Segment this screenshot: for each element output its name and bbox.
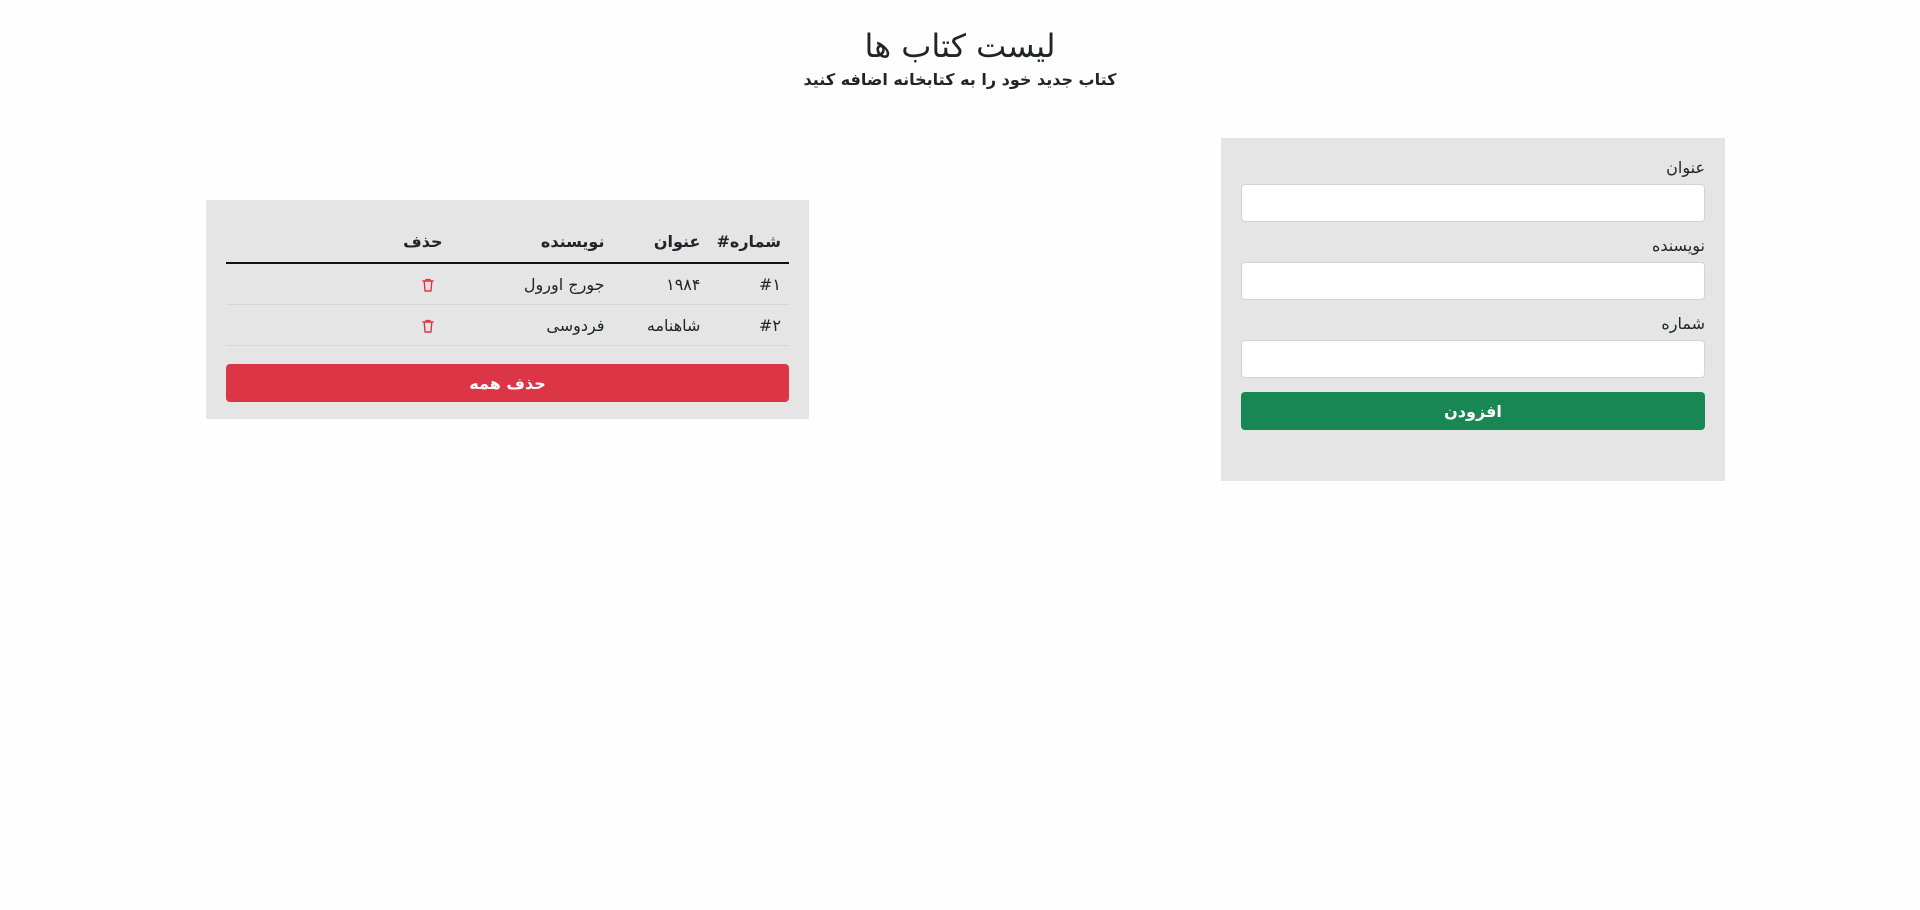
header-number: شماره#: [708, 220, 789, 264]
title-label: عنوان: [1666, 158, 1705, 177]
book-table: شماره# عنوان نویسنده حذف #۱ ۱۹۸۴ جورج او…: [226, 220, 789, 346]
book-list-panel: شماره# عنوان نویسنده حذف #۱ ۱۹۸۴ جورج او…: [206, 200, 809, 419]
row-delete-cell: [226, 304, 473, 346]
title-input[interactable]: [1241, 184, 1705, 222]
page-title: لیست کتاب ها: [864, 27, 1056, 65]
row-number: #۱: [708, 263, 789, 305]
table-row: #۱ ۱۹۸۴ جورج اورول: [226, 263, 789, 305]
row-title: ۱۹۸۴: [612, 263, 709, 305]
row-delete-cell: [226, 263, 473, 305]
header: لیست کتاب ها کتاب جدید خود را به کتابخان…: [0, 24, 1920, 92]
trash-icon[interactable]: [420, 277, 436, 293]
number-label: شماره: [1661, 314, 1705, 333]
row-author: فردوسی: [472, 304, 613, 346]
header-delete: حذف: [226, 220, 473, 264]
author-label: نویسنده: [1651, 236, 1705, 255]
add-button[interactable]: افزودن: [1241, 392, 1705, 430]
table-header-row: شماره# عنوان نویسنده حذف: [226, 220, 789, 264]
header-title: عنوان: [612, 220, 709, 264]
author-input[interactable]: [1241, 262, 1705, 300]
table-row: #۲ شاهنامه فردوسی: [226, 304, 789, 346]
page: لیست کتاب ها کتاب جدید خود را به کتابخان…: [0, 0, 1920, 910]
row-author: جورج اورول: [472, 263, 613, 305]
row-number: #۲: [708, 304, 789, 346]
trash-icon[interactable]: [420, 318, 436, 334]
row-title: شاهنامه: [612, 304, 709, 346]
page-subtitle: کتاب جدید خود را به کتابخانه اضافه کنید: [803, 70, 1117, 89]
add-book-form: عنوان نویسنده شماره افزودن: [1221, 138, 1725, 481]
number-input[interactable]: [1241, 340, 1705, 378]
delete-all-button[interactable]: حذف همه: [226, 364, 789, 402]
header-author: نویسنده: [472, 220, 613, 264]
